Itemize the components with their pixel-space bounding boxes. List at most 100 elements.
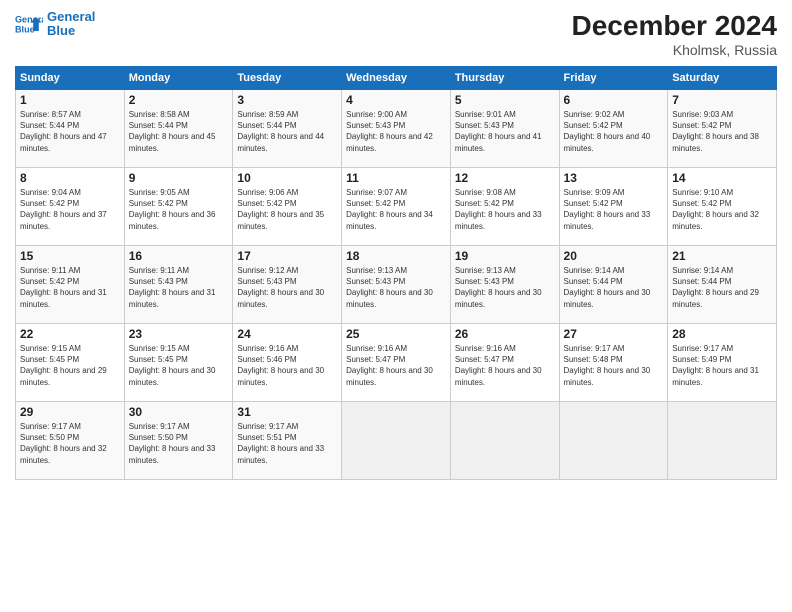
sunrise-label: Sunrise: 9:16 AM (346, 344, 407, 353)
sunset-label: Sunset: 5:42 PM (237, 199, 296, 208)
day-number: 15 (20, 249, 120, 263)
cell-content: Sunrise: 9:17 AM Sunset: 5:51 PM Dayligh… (237, 421, 337, 466)
location: Kholmsk, Russia (572, 42, 777, 58)
day-number: 24 (237, 327, 337, 341)
sunrise-label: Sunrise: 9:03 AM (672, 110, 733, 119)
sunrise-label: Sunrise: 9:13 AM (346, 266, 407, 275)
calendar-cell: 4 Sunrise: 9:00 AM Sunset: 5:43 PM Dayli… (342, 90, 451, 168)
sunrise-label: Sunrise: 9:09 AM (564, 188, 625, 197)
cell-content: Sunrise: 9:17 AM Sunset: 5:49 PM Dayligh… (672, 343, 772, 388)
daylight-label: Daylight: 8 hours and 30 minutes. (237, 366, 324, 386)
cell-content: Sunrise: 9:01 AM Sunset: 5:43 PM Dayligh… (455, 109, 555, 154)
day-number: 28 (672, 327, 772, 341)
calendar-cell: 12 Sunrise: 9:08 AM Sunset: 5:42 PM Dayl… (450, 168, 559, 246)
calendar-cell: 11 Sunrise: 9:07 AM Sunset: 5:42 PM Dayl… (342, 168, 451, 246)
calendar-cell: 30 Sunrise: 9:17 AM Sunset: 5:50 PM Dayl… (124, 402, 233, 480)
logo-icon: General Blue (15, 10, 43, 38)
sunset-label: Sunset: 5:43 PM (346, 277, 405, 286)
sunrise-label: Sunrise: 9:07 AM (346, 188, 407, 197)
daylight-label: Daylight: 8 hours and 31 minutes. (672, 366, 759, 386)
sunset-label: Sunset: 5:42 PM (129, 199, 188, 208)
daylight-label: Daylight: 8 hours and 38 minutes. (672, 132, 759, 152)
day-number: 16 (129, 249, 229, 263)
day-number: 11 (346, 171, 446, 185)
calendar-cell: 22 Sunrise: 9:15 AM Sunset: 5:45 PM Dayl… (16, 324, 125, 402)
day-number: 30 (129, 405, 229, 419)
sunset-label: Sunset: 5:48 PM (564, 355, 623, 364)
daylight-label: Daylight: 8 hours and 41 minutes. (455, 132, 542, 152)
calendar-cell: 18 Sunrise: 9:13 AM Sunset: 5:43 PM Dayl… (342, 246, 451, 324)
day-number: 2 (129, 93, 229, 107)
calendar-cell: 23 Sunrise: 9:15 AM Sunset: 5:45 PM Dayl… (124, 324, 233, 402)
sunset-label: Sunset: 5:44 PM (672, 277, 731, 286)
logo: General Blue General Blue (15, 10, 95, 39)
sunset-label: Sunset: 5:42 PM (346, 199, 405, 208)
calendar-cell: 17 Sunrise: 9:12 AM Sunset: 5:43 PM Dayl… (233, 246, 342, 324)
day-number: 18 (346, 249, 446, 263)
calendar-cell: 31 Sunrise: 9:17 AM Sunset: 5:51 PM Dayl… (233, 402, 342, 480)
calendar-cell: 20 Sunrise: 9:14 AM Sunset: 5:44 PM Dayl… (559, 246, 668, 324)
daylight-label: Daylight: 8 hours and 42 minutes. (346, 132, 433, 152)
sunrise-label: Sunrise: 9:08 AM (455, 188, 516, 197)
calendar-cell: 14 Sunrise: 9:10 AM Sunset: 5:42 PM Dayl… (668, 168, 777, 246)
cell-content: Sunrise: 9:15 AM Sunset: 5:45 PM Dayligh… (129, 343, 229, 388)
calendar-cell: 15 Sunrise: 9:11 AM Sunset: 5:42 PM Dayl… (16, 246, 125, 324)
sunset-label: Sunset: 5:49 PM (672, 355, 731, 364)
calendar-week-row: 1 Sunrise: 8:57 AM Sunset: 5:44 PM Dayli… (16, 90, 777, 168)
calendar-cell: 9 Sunrise: 9:05 AM Sunset: 5:42 PM Dayli… (124, 168, 233, 246)
sunset-label: Sunset: 5:42 PM (564, 121, 623, 130)
cell-content: Sunrise: 9:02 AM Sunset: 5:42 PM Dayligh… (564, 109, 664, 154)
sunset-label: Sunset: 5:42 PM (672, 121, 731, 130)
sunrise-label: Sunrise: 9:15 AM (20, 344, 81, 353)
sunset-label: Sunset: 5:44 PM (129, 121, 188, 130)
sunset-label: Sunset: 5:47 PM (346, 355, 405, 364)
calendar-cell: 24 Sunrise: 9:16 AM Sunset: 5:46 PM Dayl… (233, 324, 342, 402)
sunset-label: Sunset: 5:42 PM (672, 199, 731, 208)
sunrise-label: Sunrise: 9:14 AM (564, 266, 625, 275)
column-header-friday: Friday (559, 67, 668, 90)
calendar-cell: 1 Sunrise: 8:57 AM Sunset: 5:44 PM Dayli… (16, 90, 125, 168)
calendar-cell: 26 Sunrise: 9:16 AM Sunset: 5:47 PM Dayl… (450, 324, 559, 402)
calendar-cell: 6 Sunrise: 9:02 AM Sunset: 5:42 PM Dayli… (559, 90, 668, 168)
day-number: 22 (20, 327, 120, 341)
sunrise-label: Sunrise: 8:58 AM (129, 110, 190, 119)
sunrise-label: Sunrise: 9:17 AM (20, 422, 81, 431)
day-number: 17 (237, 249, 337, 263)
sunset-label: Sunset: 5:44 PM (564, 277, 623, 286)
sunrise-label: Sunrise: 9:06 AM (237, 188, 298, 197)
sunrise-label: Sunrise: 9:11 AM (129, 266, 189, 275)
daylight-label: Daylight: 8 hours and 31 minutes. (20, 288, 107, 308)
day-number: 27 (564, 327, 664, 341)
calendar-cell: 7 Sunrise: 9:03 AM Sunset: 5:42 PM Dayli… (668, 90, 777, 168)
sunrise-label: Sunrise: 9:16 AM (237, 344, 298, 353)
sunset-label: Sunset: 5:43 PM (455, 121, 514, 130)
sunset-label: Sunset: 5:50 PM (20, 433, 79, 442)
daylight-label: Daylight: 8 hours and 32 minutes. (20, 444, 107, 464)
header: General Blue General Blue December 2024 … (15, 10, 777, 58)
cell-content: Sunrise: 8:57 AM Sunset: 5:44 PM Dayligh… (20, 109, 120, 154)
sunrise-label: Sunrise: 9:17 AM (672, 344, 733, 353)
daylight-label: Daylight: 8 hours and 45 minutes. (129, 132, 216, 152)
sunset-label: Sunset: 5:44 PM (237, 121, 296, 130)
day-number: 9 (129, 171, 229, 185)
calendar-cell: 3 Sunrise: 8:59 AM Sunset: 5:44 PM Dayli… (233, 90, 342, 168)
cell-content: Sunrise: 9:00 AM Sunset: 5:43 PM Dayligh… (346, 109, 446, 154)
sunrise-label: Sunrise: 9:13 AM (455, 266, 516, 275)
daylight-label: Daylight: 8 hours and 30 minutes. (455, 288, 542, 308)
sunrise-label: Sunrise: 9:16 AM (455, 344, 516, 353)
cell-content: Sunrise: 9:17 AM Sunset: 5:48 PM Dayligh… (564, 343, 664, 388)
daylight-label: Daylight: 8 hours and 47 minutes. (20, 132, 107, 152)
sunrise-label: Sunrise: 9:04 AM (20, 188, 81, 197)
calendar-cell: 25 Sunrise: 9:16 AM Sunset: 5:47 PM Dayl… (342, 324, 451, 402)
sunrise-label: Sunrise: 9:05 AM (129, 188, 190, 197)
svg-text:Blue: Blue (15, 25, 35, 35)
sunrise-label: Sunrise: 9:17 AM (564, 344, 625, 353)
calendar-cell: 8 Sunrise: 9:04 AM Sunset: 5:42 PM Dayli… (16, 168, 125, 246)
daylight-label: Daylight: 8 hours and 32 minutes. (672, 210, 759, 230)
calendar-week-row: 29 Sunrise: 9:17 AM Sunset: 5:50 PM Dayl… (16, 402, 777, 480)
day-number: 20 (564, 249, 664, 263)
calendar-cell: 5 Sunrise: 9:01 AM Sunset: 5:43 PM Dayli… (450, 90, 559, 168)
cell-content: Sunrise: 9:10 AM Sunset: 5:42 PM Dayligh… (672, 187, 772, 232)
day-number: 3 (237, 93, 337, 107)
page-container: General Blue General Blue December 2024 … (0, 0, 792, 485)
